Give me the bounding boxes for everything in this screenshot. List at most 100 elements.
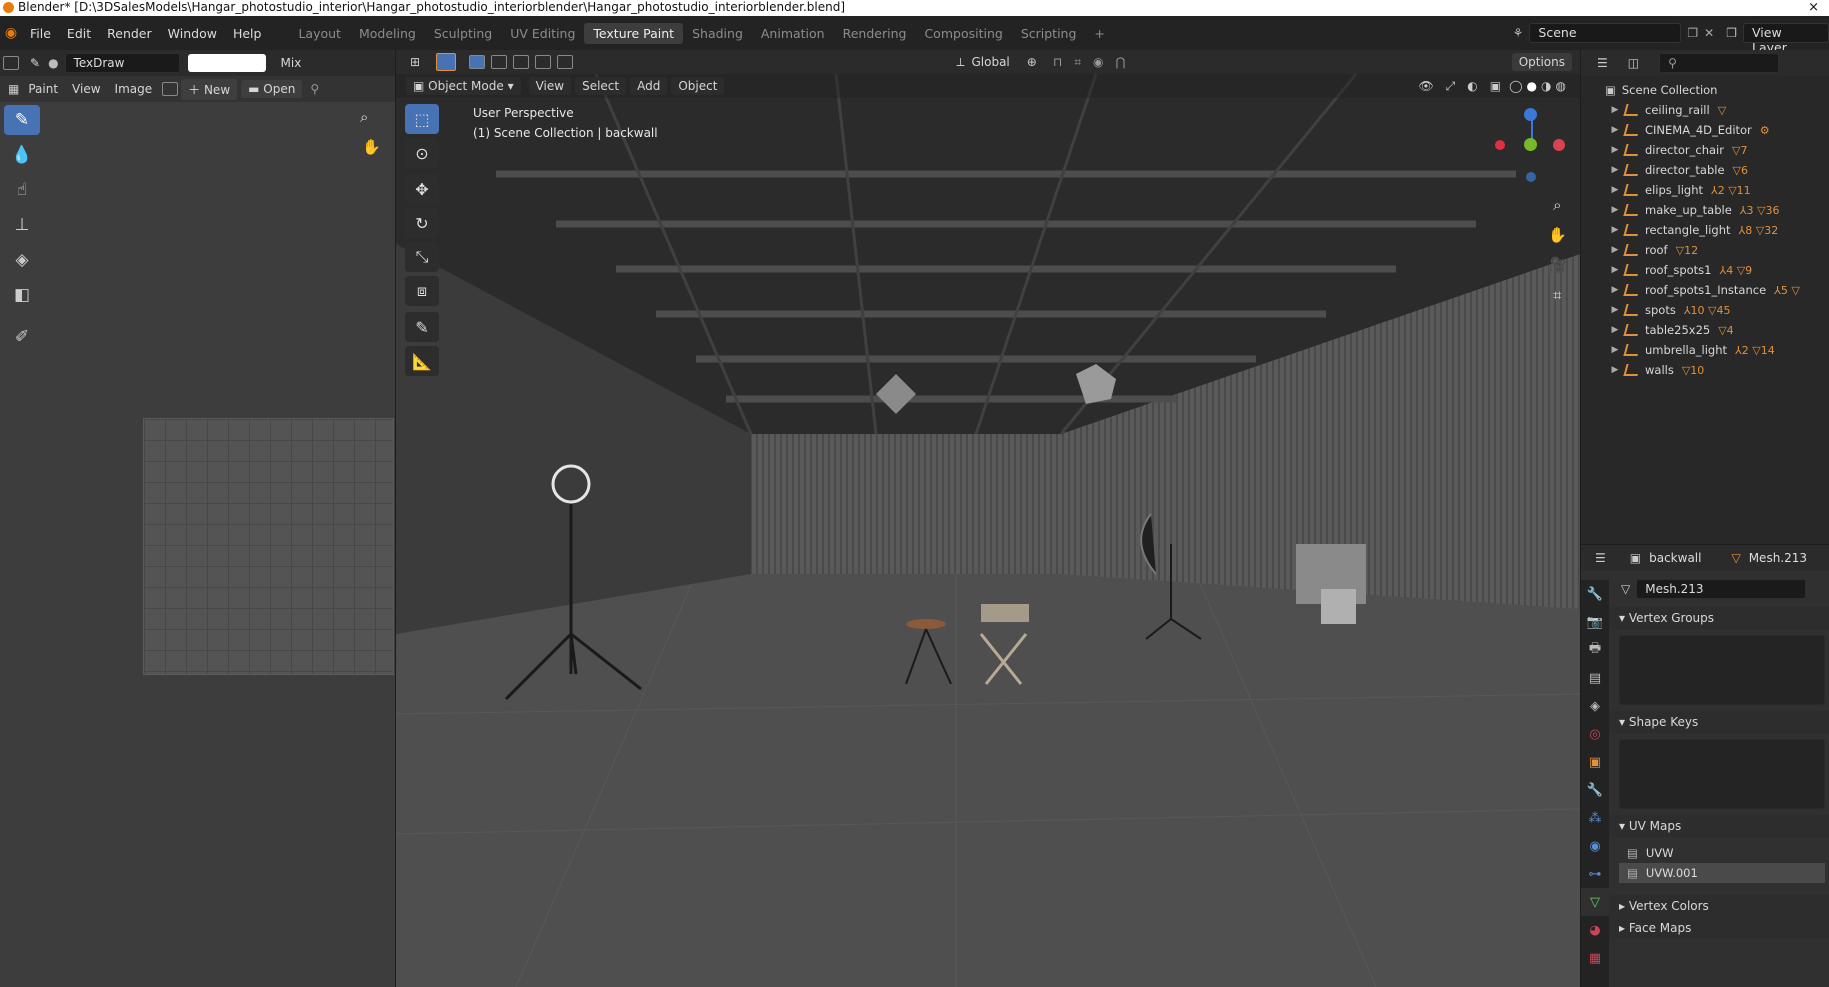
scene-collection-row[interactable]: ▣ Scene Collection [1581, 80, 1829, 100]
outliner-item[interactable]: ▶ ceiling_raill ▽ [1609, 100, 1829, 120]
measure-tool-icon[interactable]: 📐 [405, 346, 439, 376]
outliner-item[interactable]: ▶ roof_spots1 ⅄4 ▽9 [1609, 260, 1829, 280]
outliner-item[interactable]: ▶ elips_light ⅄2 ▽11 [1609, 180, 1829, 200]
select-mode-subtract-icon[interactable] [513, 55, 530, 69]
gizmo-y-axis[interactable] [1524, 138, 1537, 151]
gizmo-neg-x[interactable] [1495, 140, 1505, 150]
mesh-children-icon[interactable]: ⚙ [1760, 124, 1770, 137]
shape-keys-list[interactable] [1619, 739, 1825, 809]
expand-arrow-icon[interactable]: ▶ [1609, 305, 1621, 315]
tab-modeling[interactable]: Modeling [350, 23, 425, 44]
mesh-children-icon[interactable]: ⅄2 ▽11 [1711, 184, 1751, 197]
rotate-tool-icon[interactable]: ↻ [405, 208, 439, 238]
cursor-tool-icon[interactable]: ⊙ [405, 138, 439, 168]
smear-tool-icon[interactable]: ☝ [4, 175, 40, 205]
mesh-children-icon[interactable]: ⅄10 ▽45 [1684, 304, 1731, 317]
expand-arrow-icon[interactable]: ▶ [1609, 165, 1621, 175]
expand-arrow-icon[interactable]: ▶ [1609, 265, 1621, 275]
view-layer-icon[interactable]: ❒ [1726, 26, 1737, 40]
solid-shading-icon[interactable]: ● [1527, 79, 1537, 93]
tab-uv-editing[interactable]: UV Editing [501, 23, 584, 44]
world-tab-icon[interactable]: ◎ [1581, 720, 1609, 748]
paint-menu[interactable]: Paint [21, 80, 65, 98]
mesh-browse-icon[interactable]: ▽ [1621, 582, 1630, 596]
physics-tab-icon[interactable]: ◉ [1581, 832, 1609, 860]
close-window-button[interactable]: × [1808, 0, 1819, 15]
mesh-children-icon[interactable]: ▽12 [1676, 244, 1698, 257]
3d-viewport[interactable] [396, 74, 1580, 987]
scene-name-field[interactable]: Scene [1529, 23, 1682, 43]
select-mode-new-icon[interactable] [469, 55, 486, 69]
expand-arrow-icon[interactable]: ▶ [1609, 245, 1621, 255]
expand-arrow-icon[interactable]: ▶ [1609, 345, 1621, 355]
expand-arrow-icon[interactable]: ▶ [1609, 325, 1621, 335]
outliner-item[interactable]: ▶ walls ▽10 [1609, 360, 1829, 380]
pan-hand-icon[interactable]: ✋ [362, 138, 381, 156]
viewport-pan-icon[interactable]: ✋ [1548, 220, 1567, 250]
navigation-gizmo[interactable] [1483, 100, 1565, 190]
shape-keys-section[interactable]: ▾ Shape Keys [1609, 711, 1829, 733]
tab-layout[interactable]: Layout [289, 23, 350, 44]
clone-tool-icon[interactable]: ⊥ [4, 210, 40, 240]
object-tab-icon[interactable]: ▣ [1581, 748, 1609, 776]
expand-arrow-icon[interactable]: ▶ [1609, 225, 1621, 235]
outliner-item[interactable]: ▶ umbrella_light ⅄2 ▽14 [1609, 340, 1829, 360]
viewport-editor-type-icon[interactable]: ⊞ [410, 55, 420, 69]
gizmo-x-axis[interactable] [1553, 139, 1565, 151]
mesh-data-tab-icon[interactable]: ▽ [1581, 888, 1609, 916]
add-workspace-button[interactable]: + [1085, 23, 1113, 44]
tool-tab-icon[interactable]: 🔧 [1581, 580, 1609, 608]
tab-rendering[interactable]: Rendering [834, 23, 916, 44]
wireframe-shading-icon[interactable]: ◯ [1509, 79, 1522, 93]
outliner-item[interactable]: ▶ director_chair ▽7 [1609, 140, 1829, 160]
select-mode-extend-icon[interactable] [491, 55, 508, 69]
outliner-item[interactable]: ▶ CINEMA_4D_Editor ⚙ [1609, 120, 1829, 140]
viewport-zoom-icon[interactable]: ⌕ [1548, 190, 1567, 220]
scale-tool-icon[interactable]: ⤡ [405, 242, 439, 272]
visibility-icon[interactable]: 👁 [1418, 79, 1433, 93]
options-dropdown[interactable]: Options [1511, 53, 1573, 71]
scene-selector-icon[interactable]: ⚘ [1513, 26, 1524, 40]
properties-editor-icon[interactable]: ☰ [1595, 551, 1606, 565]
expand-arrow-icon[interactable]: ▶ [1609, 365, 1621, 375]
delete-scene-icon[interactable]: ✕ [1704, 26, 1714, 40]
expand-arrow-icon[interactable]: ▶ [1609, 285, 1621, 295]
uv-map-row[interactable]: ▤ UVW [1619, 843, 1825, 863]
outliner-item[interactable]: ▶ roof ▽12 [1609, 240, 1829, 260]
tab-compositing[interactable]: Compositing [915, 23, 1011, 44]
render-tab-icon[interactable]: 📷 [1581, 608, 1609, 636]
expand-arrow-icon[interactable]: ▶ [1609, 205, 1621, 215]
particles-tab-icon[interactable]: ⁂ [1581, 804, 1609, 832]
mesh-children-icon[interactable]: ▽10 [1682, 364, 1704, 377]
camera-view-icon[interactable]: 🎥 [1548, 250, 1567, 280]
expand-arrow-icon[interactable]: ▶ [1609, 145, 1621, 155]
tab-texture-paint[interactable]: Texture Paint [584, 22, 684, 44]
proportional-editing-icon[interactable]: ◉ [1093, 55, 1103, 69]
vertex-groups-list[interactable] [1619, 635, 1825, 705]
snap-target-icon[interactable]: ⌗ [1074, 55, 1081, 70]
texture-tab-icon[interactable]: ▦ [1581, 944, 1609, 972]
annotate-tool-icon[interactable]: ✐ [4, 322, 40, 352]
mesh-name-field[interactable]: Mesh.213 [1636, 579, 1807, 599]
menu-file[interactable]: File [22, 26, 59, 41]
falloff-icon[interactable]: ⋂ [1115, 55, 1125, 69]
pin-icon[interactable]: ⚲ [310, 82, 319, 96]
fill-tool-icon[interactable]: ◈ [4, 245, 40, 275]
open-image-button[interactable]: ▬ Open [241, 80, 303, 98]
viewport-select-menu[interactable]: Select [575, 77, 627, 95]
select-mode-intersect-icon[interactable] [557, 55, 574, 69]
new-scene-icon[interactable]: ❐ [1687, 26, 1698, 40]
move-tool-icon[interactable]: ✥ [405, 174, 439, 204]
menu-help[interactable]: Help [225, 26, 270, 41]
uv-maps-section[interactable]: ▾ UV Maps [1609, 815, 1829, 837]
ortho-toggle-icon[interactable]: ⌗ [1548, 280, 1567, 310]
mesh-children-icon[interactable]: ▽ [1718, 104, 1726, 117]
select-box-icon[interactable] [436, 53, 457, 71]
gizmo-icon[interactable]: ⤢ [1446, 79, 1456, 94]
draw-tool-icon[interactable]: ✎ [4, 105, 40, 135]
brush-name-field[interactable]: TexDraw [64, 53, 180, 73]
viewport-object-menu[interactable]: Object [671, 77, 725, 95]
snap-icon[interactable]: ⊓ [1053, 55, 1062, 69]
orientation-dropdown[interactable]: Global [964, 53, 1016, 71]
mesh-children-icon[interactable]: ⅄3 ▽36 [1740, 204, 1780, 217]
